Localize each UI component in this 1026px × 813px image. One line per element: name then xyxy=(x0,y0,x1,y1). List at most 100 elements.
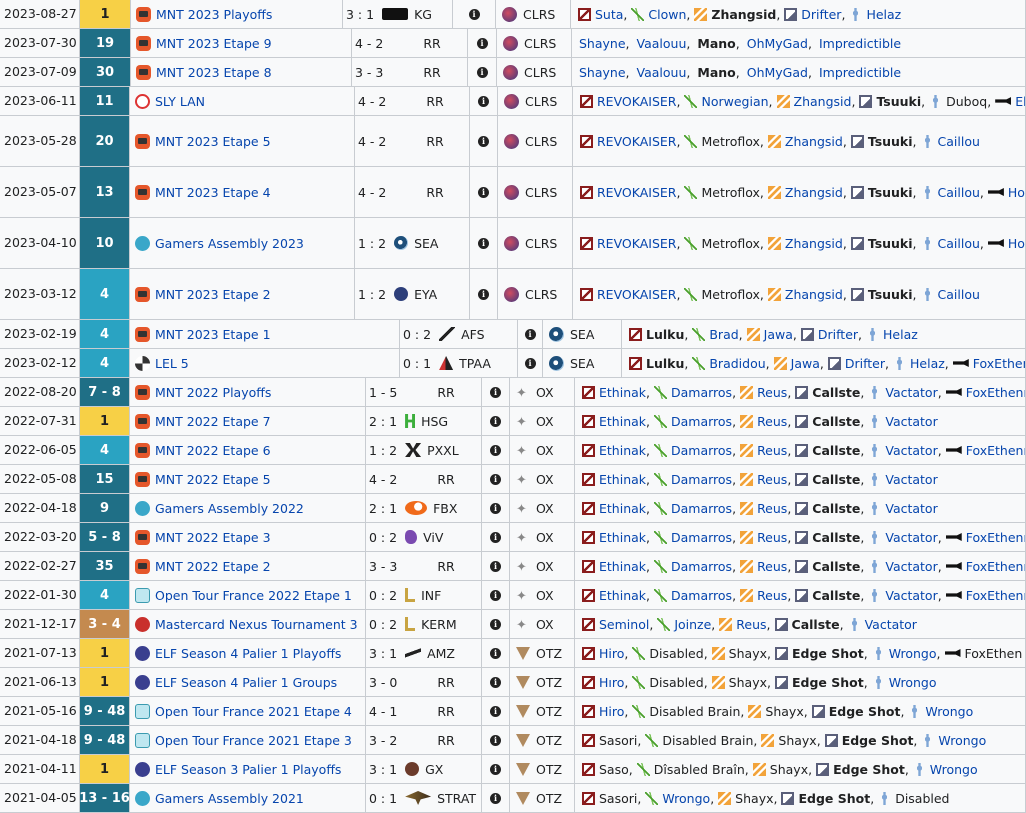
opponent[interactable]: AMZ xyxy=(405,646,455,661)
player-name[interactable]: Zhangsid xyxy=(785,287,843,302)
player-name[interactable]: FoxEthenn xyxy=(966,443,1025,458)
opponent[interactable]: RR xyxy=(423,65,440,80)
info-icon[interactable]: i xyxy=(476,66,488,78)
opponent[interactable]: FBX xyxy=(405,501,457,516)
roster-player[interactable]: Metroflox, xyxy=(681,134,764,149)
roster-player[interactable]: Reus, xyxy=(737,414,792,429)
player-name[interactable]: Wrongo xyxy=(662,791,710,806)
roster-player[interactable]: Wrongo xyxy=(905,704,973,719)
roster-player[interactable]: Vactator, xyxy=(865,385,942,400)
opponent[interactable]: ViV xyxy=(405,530,443,545)
opponent[interactable]: KG xyxy=(382,7,432,22)
opponent[interactable]: RR xyxy=(426,134,443,149)
roster-player[interactable]: Ethinak, xyxy=(579,472,651,487)
roster-player[interactable]: Callste, xyxy=(792,443,865,458)
player-name[interactable]: Drifter xyxy=(845,356,885,371)
info-icon[interactable]: i xyxy=(490,502,501,514)
tournament-link[interactable]: Open Tour France 2021 Etape 4 xyxy=(155,704,352,719)
roster-player[interactable]: Dîsabled Braîn, xyxy=(634,762,750,777)
opponent[interactable]: RR xyxy=(426,185,443,200)
info-icon[interactable]: i xyxy=(490,589,501,601)
player-name[interactable]: Brad xyxy=(709,327,738,342)
roster-player[interactable]: Zhangsid, xyxy=(765,236,848,251)
roster-player[interactable]: REVOKAISER, xyxy=(577,134,681,149)
tournament-link[interactable]: Open Tour France 2021 Etape 3 xyxy=(155,733,352,748)
roster-player[interactable]: FoxEthen xyxy=(942,646,1022,661)
roster-player[interactable]: Disabled Brain, xyxy=(642,733,758,748)
roster-player[interactable]: Ethinak, xyxy=(579,530,651,545)
player-name[interactable]: Drifter xyxy=(801,7,841,22)
roster-player[interactable]: Shayx, xyxy=(745,704,808,719)
player-name[interactable]: Drifter xyxy=(818,327,858,342)
roster-player[interactable]: FoxEthenn xyxy=(943,443,1025,458)
player-name[interactable]: OhMyGad xyxy=(747,65,808,80)
roster-player[interactable]: Suta, xyxy=(575,7,628,22)
player-name[interactable]: Ethinak xyxy=(599,559,646,574)
player-name[interactable]: Vactator xyxy=(885,443,937,458)
player-name[interactable]: Helaz xyxy=(883,327,918,342)
player-name[interactable]: Caillou xyxy=(938,287,980,302)
info-icon[interactable]: i xyxy=(490,705,501,717)
roster-player[interactable]: Shayx, xyxy=(750,762,813,777)
tournament-link[interactable]: MNT 2023 Etape 4 xyxy=(155,185,271,200)
roster-player[interactable]: Callste, xyxy=(792,501,865,516)
tournament-link[interactable]: LEL 5 xyxy=(155,356,189,371)
roster-player[interactable]: REVOKAISER, xyxy=(577,185,681,200)
roster-player[interactable]: Impredictible xyxy=(813,36,901,51)
tournament-link[interactable]: MNT 2023 Playoffs xyxy=(156,7,272,22)
player-name[interactable]: Damarros xyxy=(671,588,732,603)
player-name[interactable]: Vactator xyxy=(885,588,937,603)
roster-player[interactable]: Metroflox, xyxy=(681,287,764,302)
tournament-link[interactable]: Gamers Assembly 2021 xyxy=(155,791,304,806)
roster-player[interactable]: Wrongo, xyxy=(869,646,942,661)
roster-player[interactable]: Edge Shot, xyxy=(809,704,906,719)
player-name[interactable]: REVOKAISER xyxy=(597,287,677,302)
info-icon[interactable]: i xyxy=(490,560,501,572)
roster-player[interactable]: Tsuuki, xyxy=(848,287,918,302)
player-name[interactable]: Wrongo xyxy=(938,733,986,748)
roster-player[interactable]: Helaz xyxy=(863,327,918,342)
roster-player[interactable]: Caillou xyxy=(918,134,980,149)
roster-player[interactable]: Vaalouu, xyxy=(631,36,692,51)
roster-player[interactable]: Ethinak, xyxy=(579,559,651,574)
player-name[interactable]: FoxEthenn xyxy=(966,385,1025,400)
player-name[interactable]: Bradidou xyxy=(709,356,765,371)
tournament-link[interactable]: MNT 2023 Etape 9 xyxy=(156,36,272,51)
tournament-link[interactable]: MNT 2022 Etape 2 xyxy=(155,559,271,574)
opponent[interactable]: KERM xyxy=(405,617,457,632)
roster-player[interactable]: Sasori, xyxy=(579,733,642,748)
tournament-link[interactable]: MNT 2022 Etape 7 xyxy=(155,414,271,429)
roster-player[interactable]: Vactator xyxy=(865,414,938,429)
player-name[interactable]: Reus xyxy=(757,443,787,458)
player-name[interactable]: Ethinak xyxy=(599,472,646,487)
player-name[interactable]: Ethinak xyxy=(599,443,646,458)
player-name[interactable]: Caillou xyxy=(938,185,980,200)
opponent[interactable]: RR xyxy=(423,36,440,51)
roster-player[interactable]: REVOKAISER, xyxy=(577,94,681,109)
roster-player[interactable]: Tsuuki, xyxy=(848,185,918,200)
roster-player[interactable]: Vactator, xyxy=(865,443,942,458)
roster-player[interactable]: Vactator, xyxy=(865,588,942,603)
roster-player[interactable]: Vactator xyxy=(845,617,917,632)
roster-player[interactable]: Zhangsid, xyxy=(691,7,781,22)
roster-player[interactable]: FoxEthenn xyxy=(943,530,1025,545)
player-name[interactable]: Wrongo xyxy=(889,646,937,661)
roster-player[interactable]: Saso, xyxy=(579,762,634,777)
roster-player[interactable]: Vaalouu, xyxy=(631,65,692,80)
roster-player[interactable]: Shayx, xyxy=(758,733,821,748)
roster-player[interactable]: Ethinak, xyxy=(579,414,651,429)
roster-player[interactable]: Reus, xyxy=(716,617,771,632)
opponent[interactable]: HSG xyxy=(405,414,448,429)
roster-player[interactable]: Hiro, xyxy=(579,704,629,719)
info-icon[interactable]: i xyxy=(490,444,501,456)
opponent[interactable]: RR xyxy=(437,385,454,400)
info-icon[interactable]: i xyxy=(490,386,501,398)
roster-player[interactable]: Hıro, xyxy=(579,675,629,690)
roster-player[interactable]: Metroflox, xyxy=(681,185,764,200)
opponent[interactable]: TPAA xyxy=(439,356,491,371)
roster-player[interactable]: Sasori, xyxy=(579,791,642,806)
player-name[interactable]: Vactator xyxy=(885,501,937,516)
roster-player[interactable]: Horéüs xyxy=(985,185,1025,200)
opponent[interactable]: RR xyxy=(437,704,454,719)
player-name[interactable]: REVOKAISER xyxy=(597,134,677,149)
